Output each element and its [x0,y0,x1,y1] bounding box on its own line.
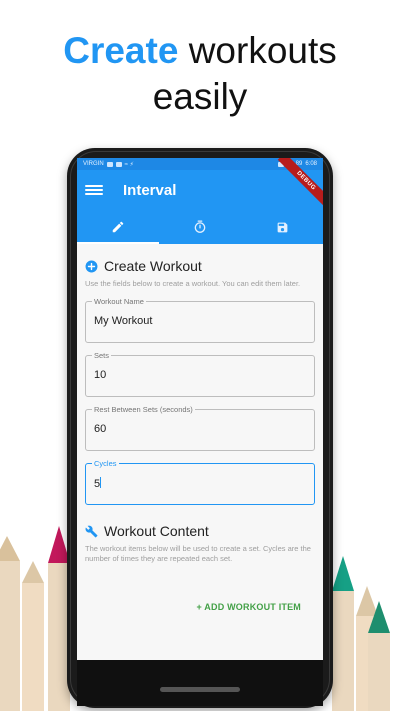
pencil-graphic [0,536,20,711]
cycles-field[interactable]: Cycles 5 [85,459,315,505]
pencil-graphic [368,601,390,711]
sets-label: Sets [92,351,112,360]
pencil-icon [112,221,124,233]
headline-accent: Create [63,30,179,71]
headline-line2: easily [152,76,248,117]
phone-chin [77,660,323,706]
rest-value: 60 [94,423,107,435]
rest-field[interactable]: Rest Between Sets (seconds) 60 [85,405,315,451]
app-bar: Interval DEBUG [77,158,323,210]
create-workout-header: Create Workout [85,258,315,274]
signal-icon [106,161,113,167]
menu-icon[interactable] [85,183,103,197]
status-time: 6:08 [305,161,317,167]
text-caret [100,477,102,488]
phone-frame: VIRGIN ≈ ⚡ 89 6:08 Interval DEBUG Create… [67,148,333,708]
timer-icon [194,220,206,233]
sets-field[interactable]: Sets 10 [85,351,315,397]
status-extra-icons: ≈ ⚡ [124,161,134,168]
workout-content-help: The workout items below will be used to … [85,544,311,563]
create-workout-help: Use the fields below to create a workout… [85,279,301,288]
wifi-icon [115,161,122,167]
pencil-graphic [332,556,354,711]
workout-name-label: Workout Name [92,297,146,306]
workout-content-header: Workout Content [85,523,315,539]
add-workout-item-button[interactable]: + ADD WORKOUT ITEM [85,602,301,612]
sets-value: 10 [94,369,107,381]
carrier-label: VIRGIN [83,161,104,167]
wrench-icon [85,525,98,537]
create-workout-form: Create Workout Use the fields below to c… [77,244,323,612]
workout-name-field[interactable]: Workout Name My Workout [85,297,315,343]
workout-name-value: My Workout [94,315,153,327]
pencil-graphic [22,561,44,711]
tab-timer[interactable] [159,210,241,244]
home-indicator [160,687,240,692]
app-screen: VIRGIN ≈ ⚡ 89 6:08 Interval DEBUG Create… [77,158,323,660]
app-title: Interval [123,181,177,199]
tab-create[interactable] [77,210,159,244]
tab-saved[interactable] [241,210,323,244]
tab-bar [77,210,323,244]
headline-rest: workouts [178,30,337,71]
workout-content-title: Workout Content [104,523,209,539]
promo-headline: Create workouts easily [0,28,400,120]
create-workout-title: Create Workout [104,258,202,274]
add-circle-icon [85,260,98,272]
rest-label: Rest Between Sets (seconds) [92,405,195,414]
tab-indicator [77,242,159,244]
cycles-label: Cycles [92,459,119,468]
save-icon [277,222,287,232]
